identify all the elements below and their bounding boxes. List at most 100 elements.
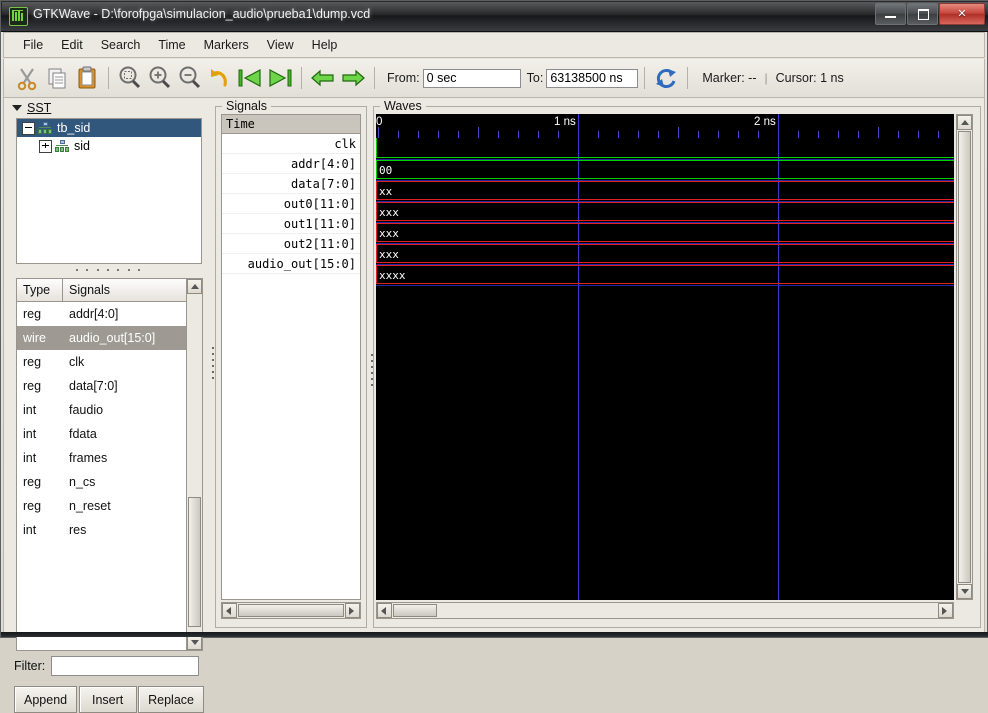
wave-name-clk[interactable]: clk: [222, 134, 360, 154]
collapse-box-icon[interactable]: [22, 122, 35, 135]
cell-signal: res: [63, 523, 201, 537]
to-label: To:: [527, 71, 544, 85]
waveform-row-clk[interactable]: [376, 138, 954, 158]
wave-name-out0[interactable]: out0[11:0]: [222, 194, 360, 214]
menu-edit[interactable]: Edit: [52, 35, 92, 55]
table-row[interactable]: wire audio_out[15:0]: [17, 326, 201, 350]
waves-vscrollbar[interactable]: [956, 114, 973, 600]
insert-button[interactable]: Insert: [79, 686, 137, 713]
signals-hscrollbar[interactable]: [221, 602, 361, 619]
cell-signal: clk: [63, 355, 201, 369]
zoom-in-icon[interactable]: [145, 63, 175, 93]
signal-table-scrollbar[interactable]: [186, 278, 203, 651]
signal-type-table[interactable]: Type Signals reg addr[4:0] wire audio_ou…: [16, 278, 202, 651]
scrollbar-thumb[interactable]: [393, 604, 437, 617]
menu-bar: File Edit Search Time Markers View Help: [3, 32, 985, 58]
scrollbar-thumb[interactable]: [958, 131, 971, 583]
cell-type: reg: [17, 307, 63, 321]
status-divider: |: [765, 71, 768, 85]
filter-row: Filter:: [14, 656, 199, 676]
menu-file[interactable]: File: [14, 35, 52, 55]
tree-item-sid[interactable]: sid: [17, 137, 201, 155]
zoom-undo-icon[interactable]: [205, 63, 235, 93]
table-row[interactable]: int res: [17, 518, 201, 542]
scroll-left-button[interactable]: [377, 603, 392, 618]
menu-search[interactable]: Search: [92, 35, 150, 55]
marker-status: Marker: --: [702, 71, 756, 85]
cell-signal: faudio: [63, 403, 201, 417]
scrollbar-thumb[interactable]: [188, 497, 201, 627]
expand-box-icon[interactable]: [39, 140, 52, 153]
scroll-up-button[interactable]: [957, 115, 972, 130]
menu-help[interactable]: Help: [303, 35, 347, 55]
prev-edge-icon[interactable]: [308, 63, 338, 93]
table-row[interactable]: reg clk: [17, 350, 201, 374]
scrollbar-thumb[interactable]: [238, 604, 344, 617]
scroll-down-button[interactable]: [957, 584, 972, 599]
gtkwave-icon: [9, 7, 28, 26]
reload-icon[interactable]: [651, 63, 681, 93]
scroll-right-button[interactable]: [938, 603, 953, 618]
signal-table-header: Type Signals: [17, 279, 201, 302]
waveform-row-data[interactable]: xx: [376, 181, 954, 201]
cell-signal: audio_out[15:0]: [63, 331, 201, 345]
table-row[interactable]: reg data[7:0]: [17, 374, 201, 398]
wave-name-addr[interactable]: addr[4:0]: [222, 154, 360, 174]
menu-view[interactable]: View: [258, 35, 303, 55]
from-input[interactable]: [423, 69, 521, 88]
table-row[interactable]: int frames: [17, 446, 201, 470]
column-header-signals[interactable]: Signals: [63, 279, 201, 301]
table-row[interactable]: reg addr[4:0]: [17, 302, 201, 326]
zoom-fit-icon[interactable]: [115, 63, 145, 93]
maximize-button[interactable]: [907, 3, 938, 25]
zoom-out-icon[interactable]: [175, 63, 205, 93]
cell-type: reg: [17, 499, 63, 513]
minimize-button[interactable]: [875, 3, 906, 25]
scroll-up-button[interactable]: [187, 279, 202, 294]
waveform-row-out2[interactable]: xxx: [376, 244, 954, 264]
pane-resize-handle-horizontal[interactable]: [76, 266, 140, 274]
toolbar-divider-3: [374, 67, 375, 89]
table-row[interactable]: int faudio: [17, 398, 201, 422]
table-row[interactable]: reg n_cs: [17, 470, 201, 494]
waveform-canvas[interactable]: 0 1 ns 2 ns: [376, 114, 954, 600]
window-controls: ✕: [874, 3, 985, 25]
menu-markers[interactable]: Markers: [195, 35, 258, 55]
waves-hscrollbar[interactable]: [376, 602, 954, 619]
cut-icon[interactable]: [12, 63, 42, 93]
waveform-row-addr[interactable]: 00: [376, 160, 954, 180]
waveform-row-out1[interactable]: xxx: [376, 223, 954, 243]
filter-input[interactable]: [51, 656, 199, 676]
chevron-down-icon: [12, 105, 22, 111]
waveform-row-audio_out[interactable]: xxxx: [376, 265, 954, 285]
waveform-row-out0[interactable]: xxx: [376, 202, 954, 222]
sst-header[interactable]: SST: [12, 101, 51, 115]
signal-name-list[interactable]: Time clk addr[4:0] data[7:0] out0[11:0] …: [221, 114, 361, 600]
tree-item-tb_sid[interactable]: tb_sid: [17, 119, 201, 137]
scroll-down-button[interactable]: [187, 635, 202, 650]
wave-name-data[interactable]: data[7:0]: [222, 174, 360, 194]
wave-name-out2[interactable]: out2[11:0]: [222, 234, 360, 254]
to-input[interactable]: [546, 69, 638, 88]
wave-name-out1[interactable]: out1[11:0]: [222, 214, 360, 234]
replace-button[interactable]: Replace: [138, 686, 204, 713]
scroll-right-button[interactable]: [345, 603, 360, 618]
scroll-left-button[interactable]: [222, 603, 237, 618]
menu-time[interactable]: Time: [149, 35, 194, 55]
filter-label: Filter:: [14, 659, 45, 673]
zoom-to-end-icon[interactable]: [265, 63, 295, 93]
table-row[interactable]: reg n_reset: [17, 494, 201, 518]
window-title: GTKWave - D:\forofpga\simulacion_audio\p…: [33, 7, 370, 21]
time-ruler[interactable]: 0 1 ns 2 ns: [376, 114, 954, 138]
cell-signal: addr[4:0]: [63, 307, 201, 321]
copy-icon[interactable]: [42, 63, 72, 93]
column-header-type[interactable]: Type: [17, 279, 63, 301]
next-edge-icon[interactable]: [338, 63, 368, 93]
paste-icon[interactable]: [72, 63, 102, 93]
sst-tree[interactable]: tb_sid sid: [16, 118, 202, 264]
zoom-to-start-icon[interactable]: [235, 63, 265, 93]
table-row[interactable]: int fdata: [17, 422, 201, 446]
append-button[interactable]: Append: [14, 686, 77, 713]
wave-name-audio_out[interactable]: audio_out[15:0]: [222, 254, 360, 274]
close-button[interactable]: ✕: [939, 3, 985, 25]
